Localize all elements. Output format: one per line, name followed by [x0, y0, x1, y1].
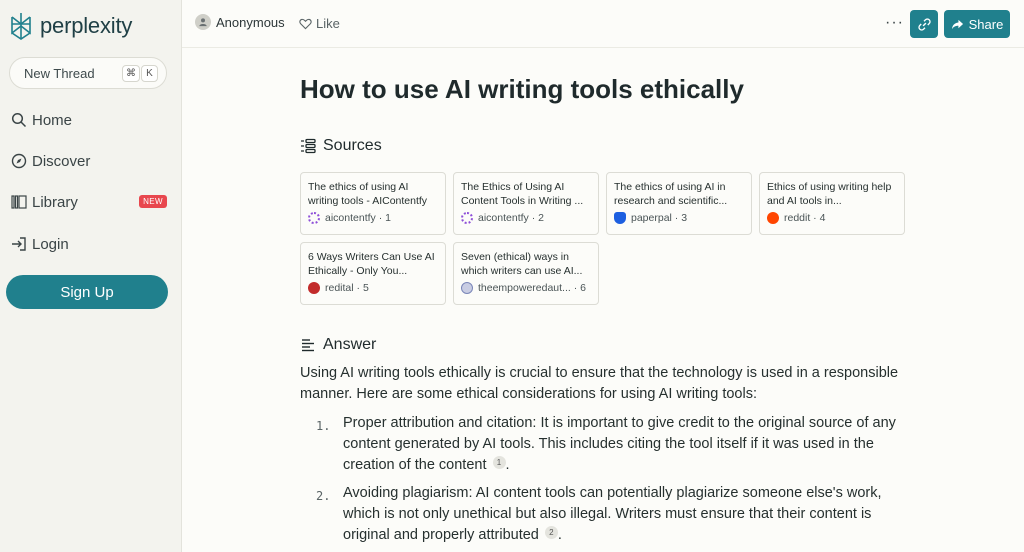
new-thread-button[interactable]: New Thread ⌘ K	[9, 57, 167, 89]
aicontentfy-icon	[461, 212, 473, 224]
source-meta: aicontentfy · 1	[308, 212, 438, 224]
source-index: 4	[819, 212, 826, 224]
user-pill[interactable]: Anonymous	[195, 14, 285, 30]
source-site: aicontentfy	[325, 212, 376, 224]
new-badge: NEW	[139, 195, 167, 208]
share-arrow-icon	[951, 19, 963, 29]
source-title: The Ethics of Using AI Content Tools in …	[461, 181, 584, 207]
sources-heading-label: Sources	[323, 137, 382, 154]
source-title: The ethics of using AI in research and s…	[614, 181, 728, 207]
sources-icon	[301, 138, 316, 154]
heart-icon	[299, 18, 312, 30]
logo[interactable]: perplexity	[9, 11, 132, 41]
source-card[interactable]: 6 Ways Writers Can Use AI Ethically - On…	[300, 242, 446, 305]
link-icon	[917, 17, 931, 31]
redital-icon	[308, 282, 320, 294]
list-text-tail: .	[505, 457, 510, 473]
source-site: redital	[325, 282, 354, 294]
answer-heading: Answer	[300, 336, 376, 354]
new-thread-label: New Thread	[24, 65, 95, 81]
source-meta: aicontentfy · 2	[461, 212, 591, 224]
source-index: 5	[362, 282, 369, 294]
logo-text: perplexity	[40, 13, 133, 38]
source-meta: reddit · 4	[767, 212, 897, 224]
perplexity-logo-icon	[11, 13, 31, 40]
answer-lines-icon	[302, 339, 314, 352]
aicontentfy-icon	[308, 212, 320, 224]
nav-home[interactable]: Home	[11, 107, 171, 133]
source-title: Seven (ethical) ways in which writers ca…	[461, 251, 583, 277]
source-meta: theempoweredaut... · 6	[461, 282, 591, 294]
nav-home-label: Home	[32, 111, 73, 129]
citation-badge[interactable]: 2	[544, 526, 558, 539]
login-icon	[12, 237, 26, 251]
kbd-k: K	[141, 65, 158, 82]
nav-login[interactable]: Login	[11, 231, 171, 257]
source-title: 6 Ways Writers Can Use AI Ethically - On…	[308, 251, 435, 277]
source-site: theempoweredaut...	[478, 282, 571, 294]
compass-icon	[11, 153, 27, 169]
top-bar: Anonymous Like ··· Share	[182, 0, 1024, 48]
sidebar: perplexity New Thread ⌘ K Home Discover …	[0, 0, 182, 552]
source-card[interactable]: The Ethics of Using AI Content Tools in …	[453, 172, 599, 235]
main-panel: Anonymous Like ··· Share How to use AI w…	[182, 0, 1024, 552]
source-title: Ethics of using writing help and AI tool…	[767, 181, 892, 207]
sign-up-button[interactable]: Sign Up	[6, 275, 168, 309]
source-index: 6	[580, 282, 586, 294]
like-label: Like	[316, 16, 340, 31]
answer-heading-label: Answer	[323, 336, 377, 353]
copy-link-button[interactable]	[910, 10, 938, 38]
source-title: The ethics of using AI writing tools - A…	[308, 181, 428, 207]
list-text: Proper attribution and citation: It is i…	[343, 413, 908, 476]
source-card[interactable]: The ethics of using AI in research and s…	[606, 172, 752, 235]
answer-intro: Using AI writing tools ethically is cruc…	[300, 365, 899, 402]
source-index: 2	[538, 212, 544, 224]
nav-discover[interactable]: Discover	[11, 148, 171, 174]
nav-library[interactable]: Library NEW	[11, 189, 171, 215]
source-card[interactable]: Seven (ethical) ways in which writers ca…	[453, 242, 599, 305]
library-icon	[11, 195, 27, 209]
source-site: paperpal	[631, 212, 672, 224]
theempoweredauthor-icon	[461, 282, 473, 294]
like-button[interactable]: Like	[299, 16, 340, 31]
share-label: Share	[968, 16, 1004, 32]
source-card[interactable]: Ethics of using writing help and AI tool…	[759, 172, 905, 235]
sources-heading: Sources	[300, 137, 382, 155]
citation-badge[interactable]: 1	[492, 456, 506, 469]
list-number: 2.	[316, 489, 331, 503]
source-site: aicontentfy	[478, 212, 529, 224]
source-meta: redital · 5	[308, 282, 438, 294]
list-text-body: Avoiding plagiarism: AI content tools ca…	[343, 485, 882, 543]
source-index: 1	[385, 212, 391, 224]
list-text-body: Proper attribution and citation: It is i…	[343, 415, 896, 473]
list-text-tail: .	[557, 527, 562, 543]
source-card[interactable]: The ethics of using AI writing tools - A…	[300, 172, 446, 235]
list-text: Avoiding plagiarism: AI content tools ca…	[343, 483, 908, 546]
nav-discover-label: Discover	[32, 152, 91, 170]
source-index: 3	[681, 212, 688, 224]
source-meta: paperpal · 3	[614, 212, 744, 224]
paperpal-icon	[614, 212, 626, 224]
page-title: How to use AI writing tools ethically	[300, 74, 744, 104]
user-name: Anonymous	[216, 14, 285, 30]
nav-library-label: Library	[32, 193, 78, 211]
nav-login-label: Login	[32, 235, 69, 253]
search-icon	[11, 112, 27, 128]
source-site: reddit	[784, 212, 811, 224]
share-button[interactable]: Share	[944, 10, 1010, 38]
kbd-cmd: ⌘	[122, 65, 140, 82]
reddit-icon	[767, 212, 779, 224]
list-number: 1.	[316, 419, 331, 433]
more-options-button[interactable]: ···	[885, 14, 904, 32]
user-avatar-icon	[195, 14, 211, 30]
